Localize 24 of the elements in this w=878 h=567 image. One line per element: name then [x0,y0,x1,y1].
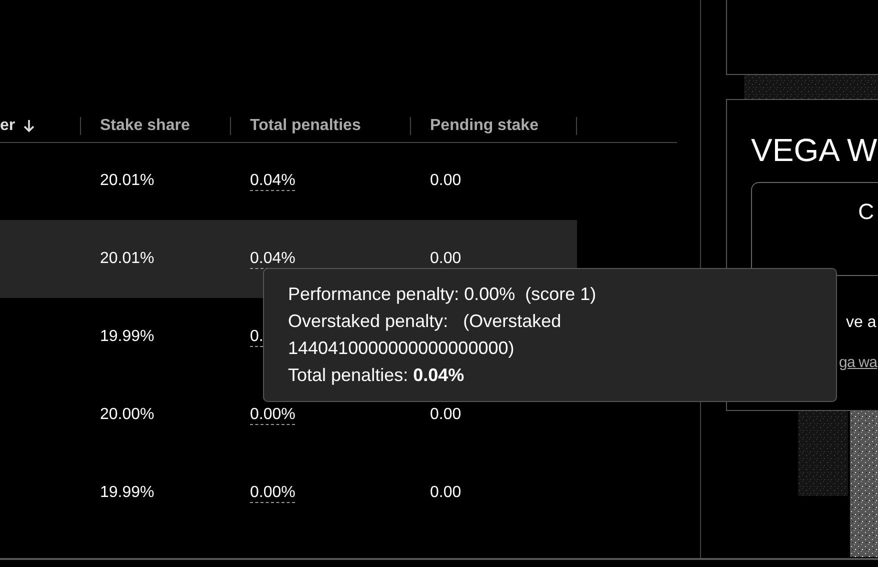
table-cell: 0.00 [430,484,462,502]
column-header[interactable]: er [0,117,16,135]
tooltip-line: Total penalties: 0.04% [288,364,466,387]
table-cell: 0.00 [430,406,462,424]
table-cell: 19.99% [100,328,154,346]
sort-arrow-icon [23,119,36,133]
tooltip-line: Overstaked penalty: (Overstaked 1440410000000000000000) [288,310,562,360]
table-cell: 0.00 [430,172,462,190]
table-cell: 20.01% [100,172,154,190]
penalty-value[interactable]: 0.00% [250,484,296,502]
penalty-value[interactable]: 0.04% [250,172,296,190]
column-header[interactable]: Pending stake [430,117,538,135]
table-cell: 0.00 [430,250,462,268]
table-cell: 20.01% [100,250,154,268]
panel-title: VEGA W [751,131,878,170]
wallet-link[interactable]: ga wa [839,354,878,371]
table-cell: 19.99% [100,484,154,502]
column-header[interactable]: Stake share [100,117,190,135]
column-header[interactable]: Total penalties [250,117,361,135]
table-cell: 20.00% [100,406,154,424]
tooltip-line: Performance penalty: 0.00% (score 1) [288,283,598,306]
panel-text: ve a [846,314,878,332]
card-text: C [858,199,874,226]
penalty-value[interactable]: 0.00% [250,406,296,424]
